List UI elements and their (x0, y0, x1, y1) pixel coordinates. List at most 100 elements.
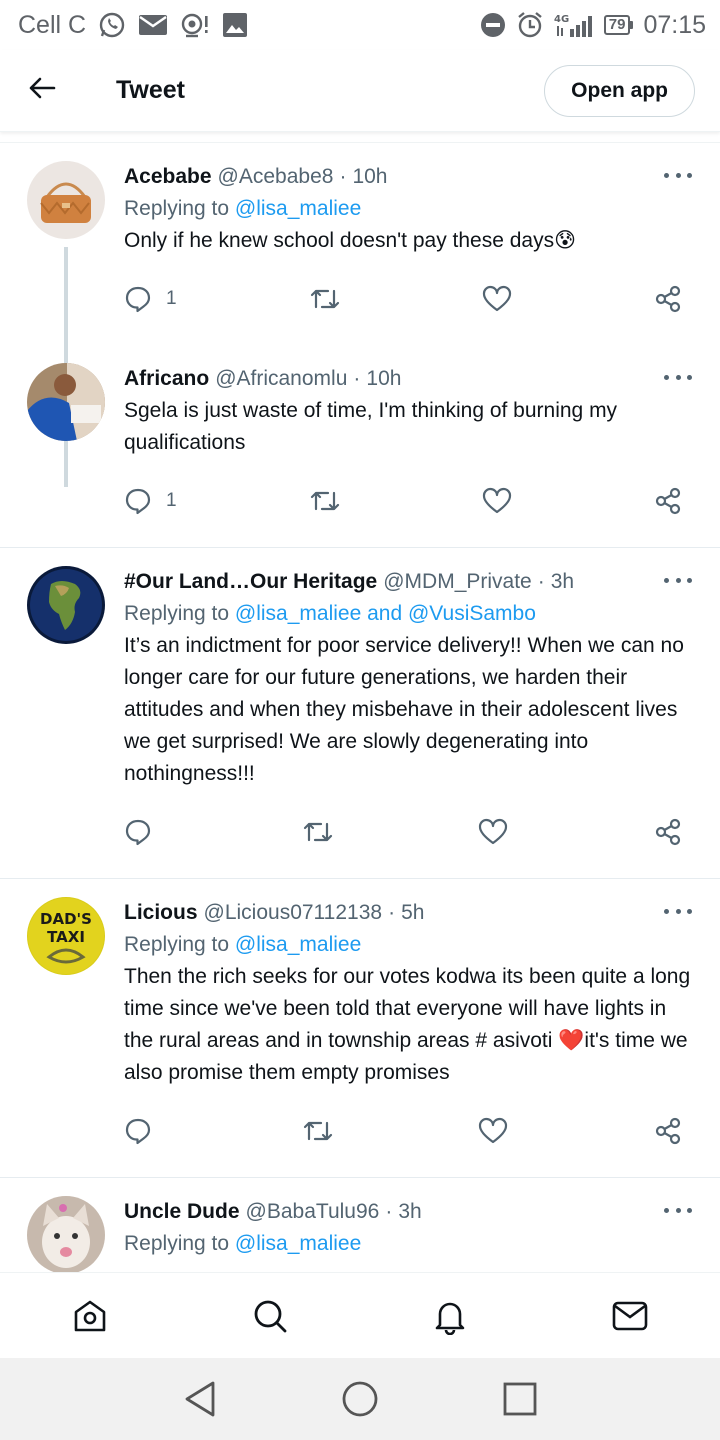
tweet[interactable]: #Our Land…Our Heritage @MDM_Private · 3h… (0, 548, 720, 879)
back-button[interactable] (0, 50, 84, 132)
tweet[interactable]: Africano @Africanomlu · 10h Sgela is jus… (0, 345, 720, 548)
timestamp[interactable]: 10h (352, 161, 387, 193)
timestamp[interactable]: 3h (551, 566, 574, 598)
share-button[interactable] (654, 1117, 694, 1145)
display-name[interactable]: #Our Land…Our Heritage (124, 566, 377, 598)
user-handle[interactable]: @Africanomlu (215, 363, 347, 395)
system-home-button[interactable] (320, 1359, 400, 1439)
user-handle[interactable]: @MDM_Private (383, 566, 532, 598)
page-title: Tweet (116, 76, 185, 104)
avatar[interactable] (27, 1196, 105, 1272)
user-handle[interactable]: @Licious07112138 (204, 897, 383, 929)
svg-text:4G: 4G (554, 14, 569, 25)
tweet[interactable]: DAD'S TAXI Licious @Licious07112138 · 5h… (0, 879, 720, 1178)
system-recents-button[interactable] (480, 1359, 560, 1439)
reply-icon (125, 286, 151, 313)
mention-link[interactable]: @lisa_maliee and @VusiSambo (235, 602, 536, 625)
more-options-button[interactable] (664, 1204, 692, 1216)
search-icon (254, 1300, 287, 1332)
more-options-button[interactable] (664, 905, 692, 917)
replies-feed[interactable]: Acebabe @Acebabe8 · 10h Replying to @lis… (0, 142, 720, 1272)
timestamp[interactable]: 3h (398, 1196, 421, 1228)
nav-messages[interactable] (580, 1273, 680, 1359)
tweet-actions: 1 (124, 277, 694, 321)
user-handle[interactable]: @Acebabe8 (218, 161, 334, 193)
recents-square-icon (503, 1382, 537, 1416)
more-options-button[interactable] (664, 574, 692, 586)
arrow-left-icon (28, 76, 56, 105)
system-navigation-bar (0, 1358, 720, 1440)
share-icon (655, 285, 681, 313)
display-name[interactable]: Uncle Dude (124, 1196, 240, 1228)
reply-count: 1 (166, 490, 177, 511)
tweet-actions: 1 (124, 479, 694, 523)
retweet-button[interactable] (302, 818, 342, 846)
hotspot-icon (180, 12, 210, 38)
share-button[interactable] (654, 285, 694, 313)
avatar[interactable] (27, 566, 105, 644)
tweet[interactable]: Uncle Dude @BabaTulu96 · 3h Replying to … (0, 1178, 720, 1272)
retweet-icon (303, 1121, 333, 1141)
svg-text:TAXI: TAXI (47, 928, 85, 946)
home-circle-icon (342, 1381, 378, 1417)
whatsapp-icon (98, 11, 126, 39)
heart-icon (478, 1117, 508, 1144)
replying-to: Replying to @lisa_maliee (124, 1232, 362, 1255)
heart-icon (478, 818, 508, 845)
tweet[interactable]: Acebabe @Acebabe8 · 10h Replying to @lis… (0, 143, 720, 487)
reply-button[interactable] (124, 818, 166, 846)
like-button[interactable] (478, 818, 518, 846)
timestamp[interactable]: 5h (401, 897, 424, 929)
share-button[interactable] (654, 818, 694, 846)
reply-icon (125, 488, 151, 515)
system-back-button[interactable] (160, 1359, 240, 1439)
replying-to: Replying to @lisa_maliee (124, 933, 362, 956)
alarm-icon (516, 11, 544, 39)
share-icon (655, 818, 681, 846)
nav-search[interactable] (220, 1273, 320, 1359)
heart-icon (482, 285, 511, 312)
nav-notifications[interactable] (400, 1273, 500, 1359)
more-options-button[interactable] (664, 371, 692, 383)
reply-button[interactable]: 1 (124, 285, 177, 313)
globe-avatar-image (27, 566, 105, 644)
heart-icon (482, 487, 511, 514)
display-name[interactable]: Licious (124, 897, 198, 929)
open-app-button[interactable]: Open app (544, 64, 695, 117)
user-handle[interactable]: @BabaTulu96 (246, 1196, 380, 1228)
mention-link[interactable]: @lisa_maliee (235, 933, 361, 956)
do-not-disturb-icon (480, 12, 506, 38)
avatar[interactable]: DAD'S TAXI (27, 897, 105, 975)
retweet-button[interactable] (309, 487, 349, 515)
more-options-button[interactable] (664, 169, 692, 181)
replying-to: Replying to @lisa_maliee and @VusiSambo (124, 602, 536, 625)
retweet-icon (310, 289, 340, 309)
display-name[interactable]: Africano (124, 363, 209, 395)
reply-icon (125, 819, 151, 846)
like-button[interactable] (482, 487, 522, 515)
timestamp[interactable]: 10h (366, 363, 401, 395)
home-icon (74, 1300, 106, 1331)
display-name[interactable]: Acebabe (124, 161, 212, 193)
mention-link[interactable]: @lisa_maliee (235, 1232, 361, 1255)
tweet-actions (124, 810, 694, 854)
retweet-button[interactable] (309, 285, 349, 313)
reply-button[interactable]: 1 (124, 487, 177, 515)
battery-indicator: 79 (603, 15, 634, 35)
nav-home[interactable] (40, 1273, 140, 1359)
cat-avatar-image (27, 1196, 105, 1272)
avatar[interactable] (27, 161, 105, 239)
retweet-button[interactable] (302, 1117, 342, 1145)
share-icon (655, 487, 681, 515)
retweet-icon (303, 822, 333, 842)
like-button[interactable] (482, 285, 522, 313)
reply-button[interactable] (124, 1117, 166, 1145)
mention-link[interactable]: @lisa_maliee (235, 197, 361, 220)
reply-icon (125, 1118, 151, 1145)
notifications-icon (435, 1302, 465, 1335)
like-button[interactable] (478, 1117, 518, 1145)
reply-count: 1 (166, 288, 177, 309)
share-button[interactable] (654, 487, 694, 515)
svg-text:DAD'S: DAD'S (40, 910, 92, 928)
avatar[interactable] (27, 363, 105, 441)
